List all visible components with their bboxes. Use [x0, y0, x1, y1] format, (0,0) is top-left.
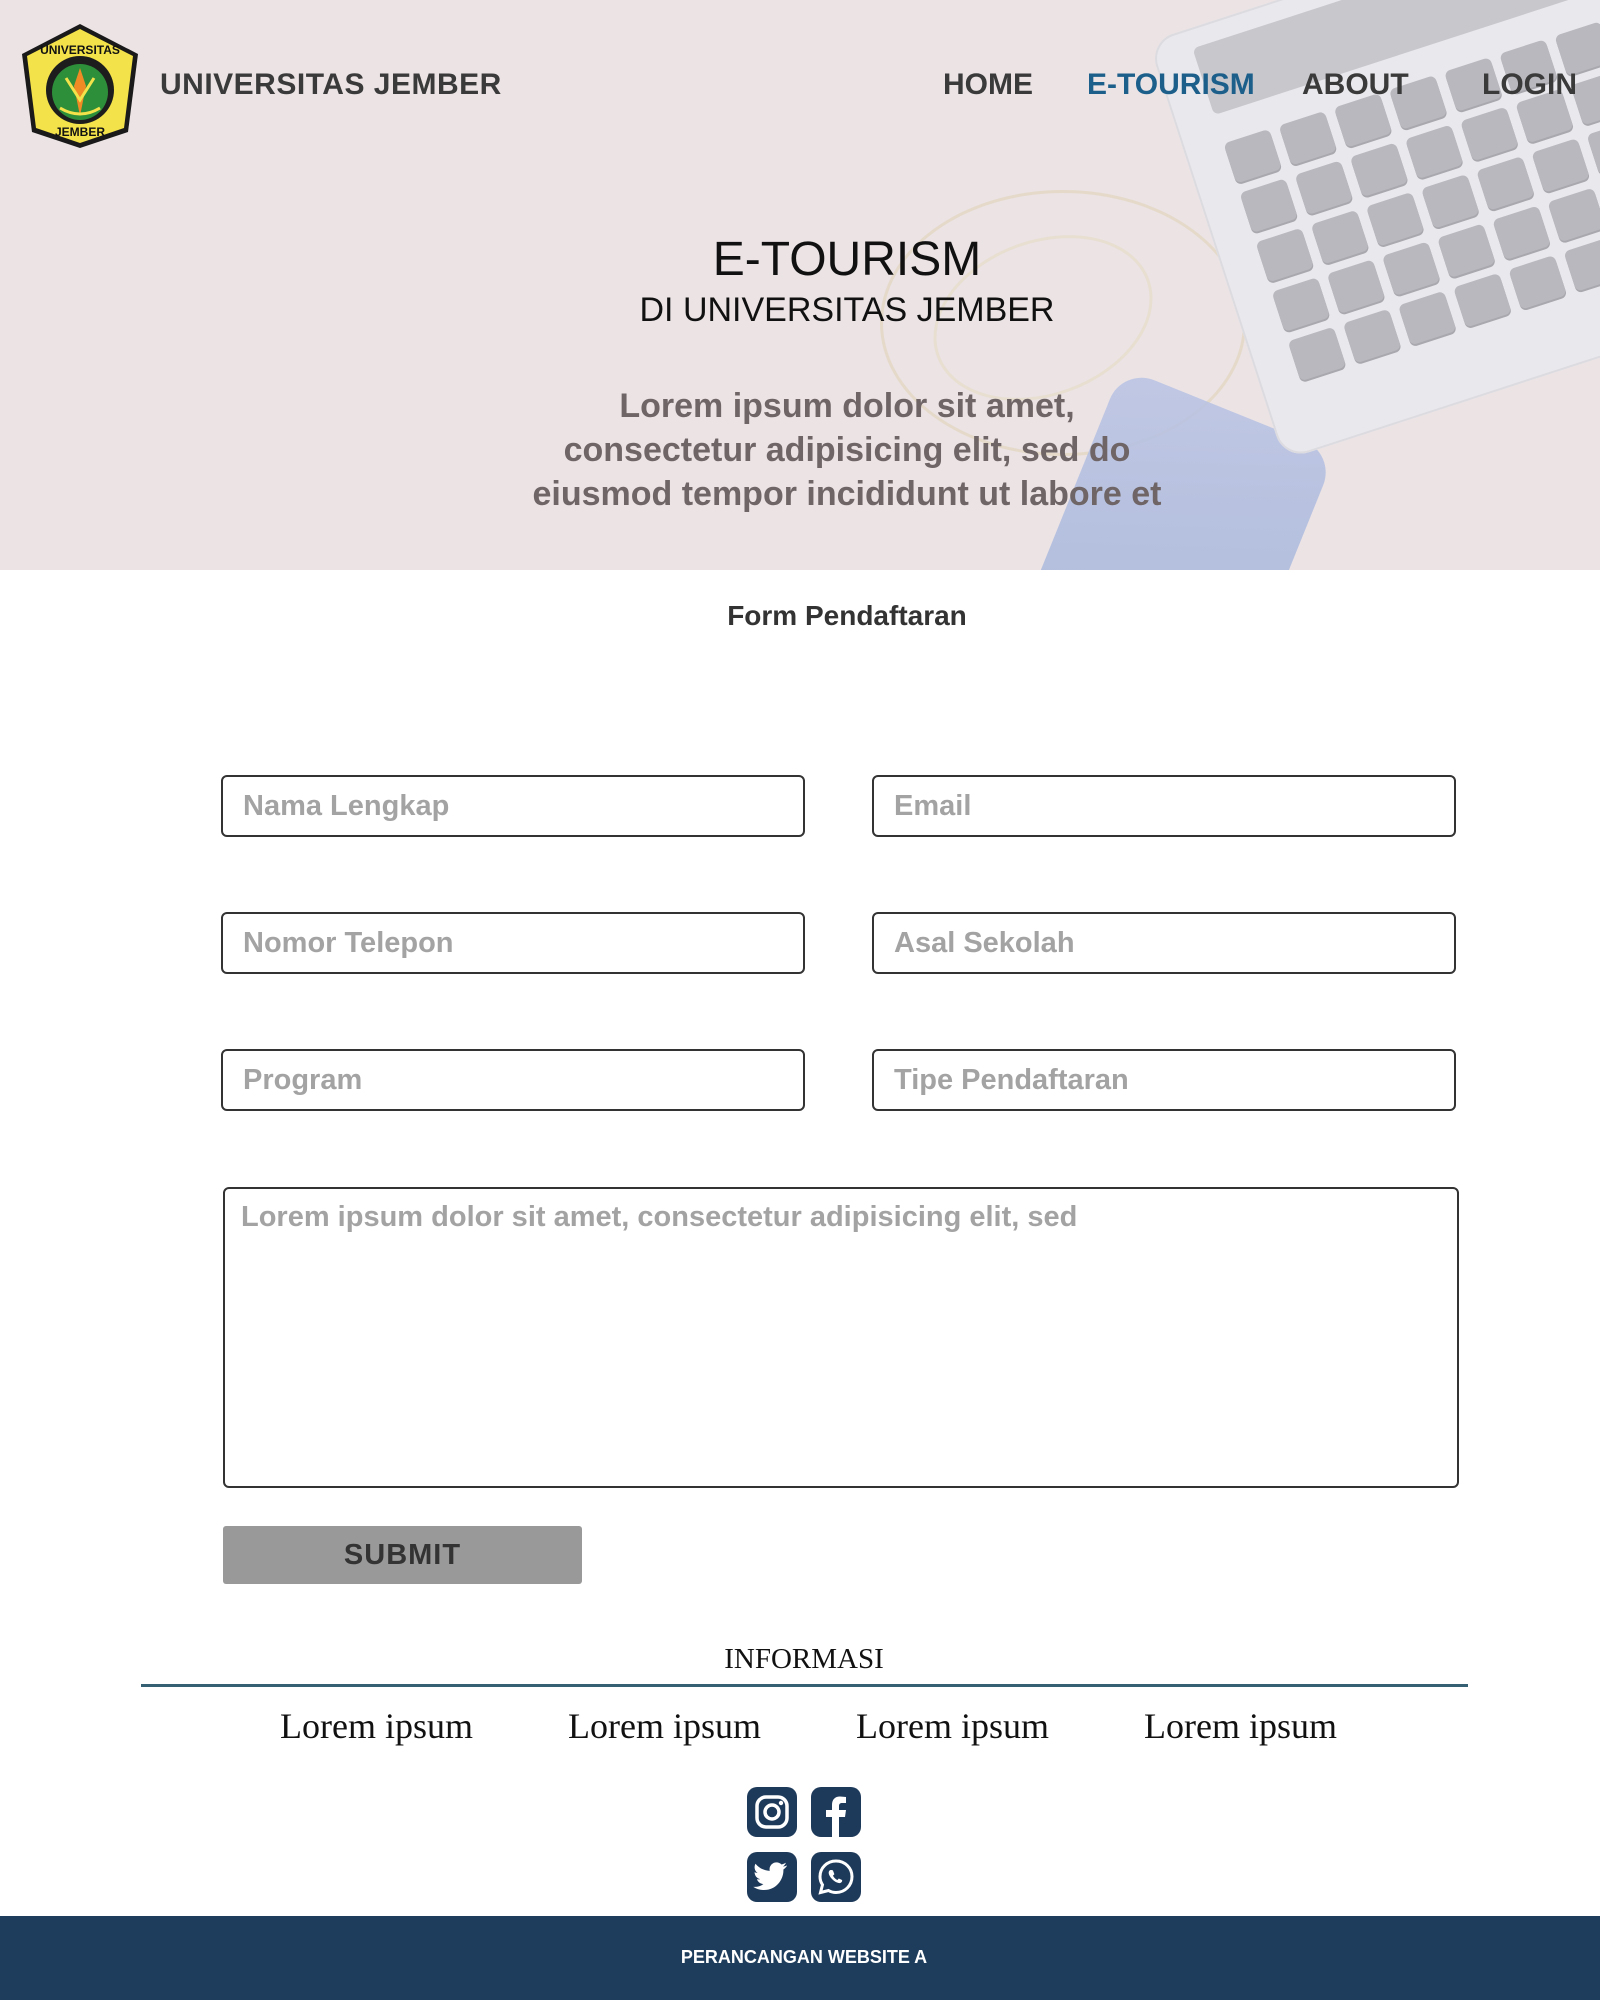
info-link[interactable]: Lorem ipsum: [280, 1705, 473, 1747]
school-field[interactable]: [872, 912, 1456, 974]
nav-home[interactable]: HOME: [943, 68, 1033, 108]
brand-title[interactable]: UNIVERSITAS JEMBER: [160, 68, 502, 102]
university-logo[interactable]: UNIVERSITAS JEMBER: [14, 20, 146, 152]
facebook-icon[interactable]: [811, 1787, 861, 1837]
whatsapp-icon[interactable]: [811, 1852, 861, 1902]
info-link[interactable]: Lorem ipsum: [856, 1705, 1049, 1747]
phone-field[interactable]: [221, 912, 805, 974]
program-field[interactable]: [221, 1049, 805, 1111]
nav-about[interactable]: ABOUT: [1302, 68, 1409, 108]
hero-text-line: consectetur adipisicing elit, sed do: [563, 431, 1131, 469]
logo-text-bottom: JEMBER: [55, 125, 105, 139]
hero-text-line: eiusmod tempor incididunt ut labore et: [532, 475, 1162, 513]
submit-button[interactable]: SUBMIT: [223, 1526, 582, 1584]
message-field[interactable]: [223, 1187, 1459, 1488]
info-link[interactable]: Lorem ipsum: [1144, 1705, 1337, 1747]
registration-type-field[interactable]: [872, 1049, 1456, 1111]
info-divider: [141, 1684, 1468, 1687]
form-title: Form Pendaftaran: [727, 600, 967, 631]
hero-title: E-TOURISM: [712, 233, 982, 286]
footer-text: PERANCANGAN WEBSITE A: [680, 1947, 928, 1967]
hero-description: Lorem ipsum dolor sit amet, consectetur …: [497, 384, 1197, 516]
email-field[interactable]: [872, 775, 1456, 837]
twitter-icon[interactable]: [747, 1852, 797, 1902]
hero-subtitle: DI UNIVERSITAS JEMBER: [639, 291, 1055, 329]
hero-section: UNIVERSITAS JEMBER UNIVERSITAS JEMBER HO…: [0, 0, 1600, 570]
hero-text-line: Lorem ipsum dolor sit amet,: [619, 387, 1075, 425]
logo-text-top: UNIVERSITAS: [40, 43, 120, 57]
info-title: INFORMASI: [724, 1643, 884, 1675]
full-name-field[interactable]: [221, 775, 805, 837]
instagram-icon[interactable]: [747, 1787, 797, 1837]
info-link[interactable]: Lorem ipsum: [568, 1705, 761, 1747]
nav-e-tourism[interactable]: E-TOURISM: [1087, 68, 1255, 108]
nav-login[interactable]: LOGIN: [1482, 68, 1577, 108]
footer: PERANCANGAN WEBSITE A: [0, 1916, 1600, 2000]
